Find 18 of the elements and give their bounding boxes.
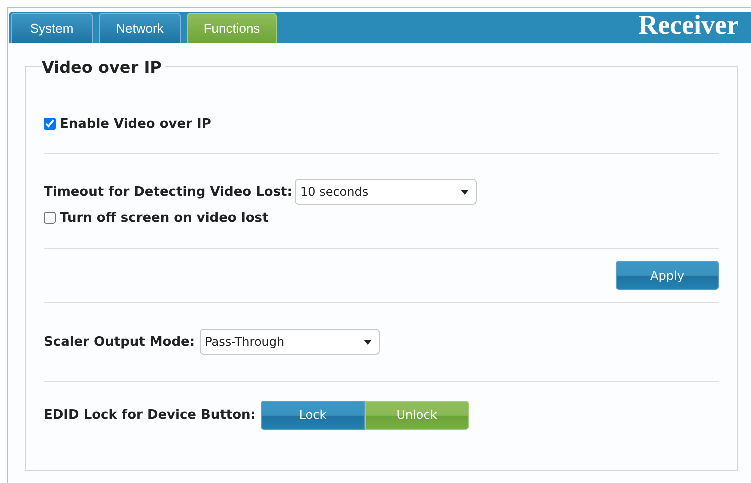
apply-button[interactable]: Apply <box>616 261 719 290</box>
tab[interactable]: System <box>11 13 93 43</box>
dropdown[interactable]: 10 seconds <box>295 179 478 205</box>
tab[interactable]: Functions <box>187 13 277 43</box>
caret-icon <box>364 340 372 344</box>
toggle-button[interactable]: Unlock <box>365 400 470 430</box>
caret-icon <box>461 190 470 194</box>
device-title: Receiver <box>638 10 740 41</box>
tab[interactable]: Network <box>99 13 181 43</box>
field-label: EDID Lock for Device Button: <box>44 408 256 422</box>
checkbox[interactable] <box>44 118 56 130</box>
field-label: Timeout for Detecting Video Lost: <box>44 184 292 200</box>
field-label: Scaler Output Mode: <box>44 334 196 350</box>
toggle-button[interactable]: Lock <box>261 400 366 430</box>
checkbox[interactable] <box>44 212 56 224</box>
checkbox-label: Turn off screen on video lost <box>60 210 269 226</box>
checkbox-label: Enable Video over IP <box>60 116 212 132</box>
dropdown[interactable]: Pass-Through <box>200 329 380 355</box>
